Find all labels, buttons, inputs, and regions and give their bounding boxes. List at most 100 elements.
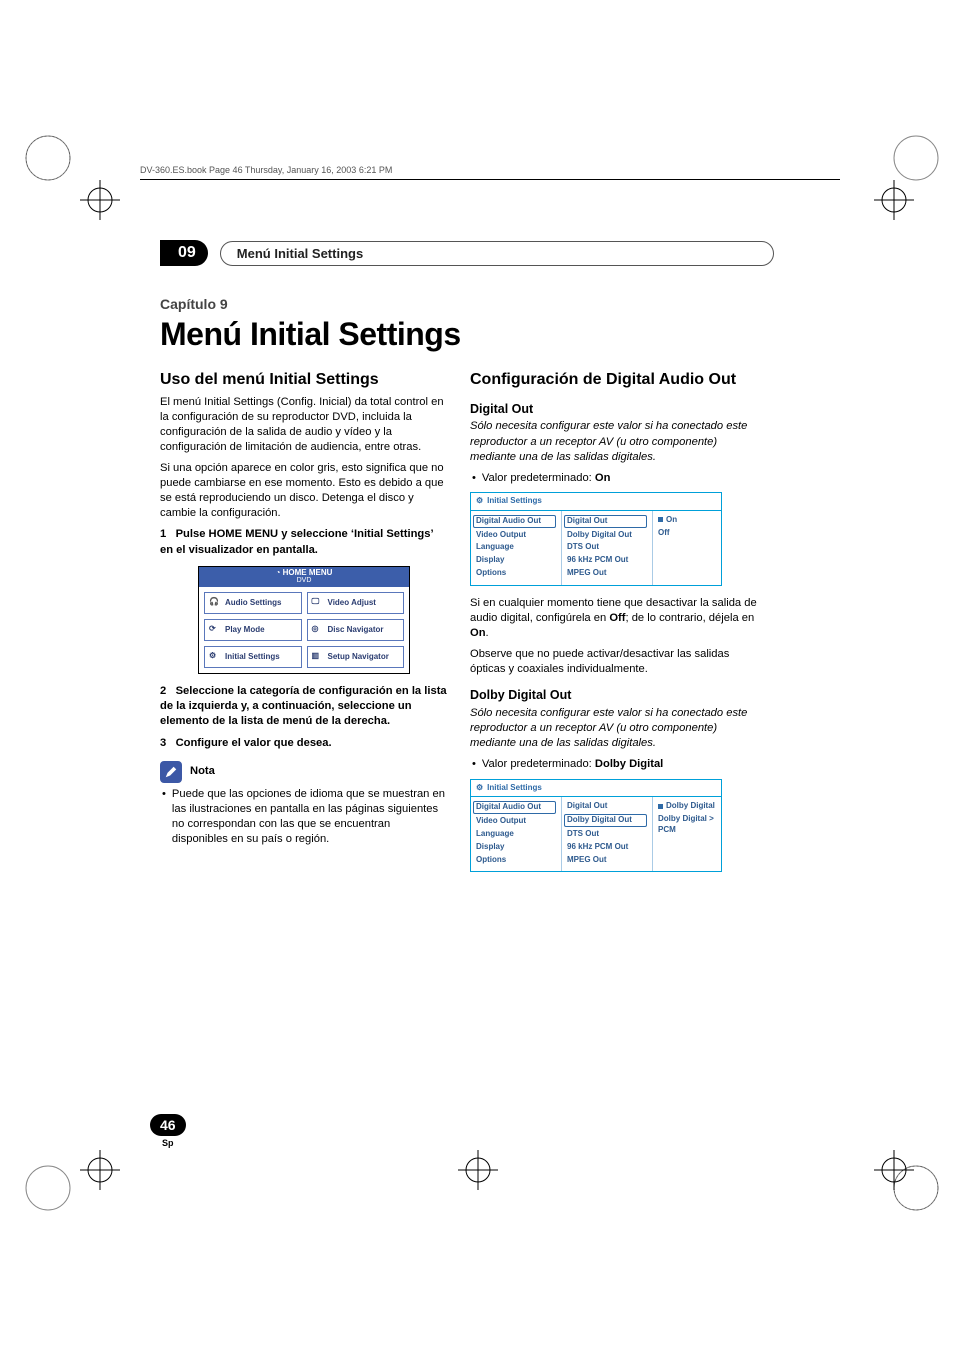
step-number: 2 bbox=[160, 685, 166, 697]
list-item: Dolby Digital Out bbox=[564, 814, 647, 827]
step-text: 2 Seleccione la categoría de configuraci… bbox=[160, 684, 448, 729]
note-label: Nota bbox=[190, 764, 215, 779]
crop-mark-icon bbox=[874, 1150, 914, 1190]
note-bullet-text: Puede que las opciones de idioma que se … bbox=[172, 787, 448, 847]
chapter-bar: 09 Menú Initial Settings bbox=[160, 240, 780, 266]
list-item: 96 kHz PCM Out bbox=[567, 555, 647, 566]
default-prefix: Valor predeterminado: bbox=[482, 472, 595, 484]
right-column: Configuración de Digital Audio Out Digit… bbox=[470, 369, 758, 882]
bold-run: On bbox=[470, 627, 486, 639]
list-item: Off bbox=[658, 528, 716, 539]
language-code: Sp bbox=[150, 1138, 186, 1148]
note-bullet: Puede que las opciones de idioma que se … bbox=[160, 787, 448, 847]
crop-mark-icon bbox=[80, 180, 120, 220]
list-item: Language bbox=[476, 829, 556, 840]
list-item: Digital Audio Out bbox=[473, 515, 556, 528]
body-text: El menú Initial Settings (Config. Inicia… bbox=[160, 395, 448, 455]
settings-option-list: Digital Out Dolby Digital Out DTS Out 96… bbox=[562, 511, 652, 585]
step-label: Configure el valor que desea. bbox=[176, 737, 332, 749]
list-item: Dolby Digital > PCM bbox=[658, 814, 716, 836]
home-menu-screenshot: ◔ HOME MENU DVD 🎧Audio Settings 🖵Video A… bbox=[198, 566, 410, 674]
body-text: Si en cualquier momento tiene que desact… bbox=[470, 596, 758, 641]
settings-option-list: Digital Out Dolby Digital Out DTS Out 96… bbox=[562, 797, 652, 871]
body-text: Si una opción aparece en color gris, est… bbox=[160, 461, 448, 521]
list-item: 96 kHz PCM Out bbox=[567, 842, 647, 853]
selected-marker-icon bbox=[658, 517, 663, 522]
text-run: ; de lo contrario, déjela en bbox=[625, 612, 754, 624]
settings-box-title: Initial Settings bbox=[487, 783, 542, 794]
chapter-subtitle: Capítulo 9 bbox=[160, 296, 780, 312]
registration-mark-icon bbox=[20, 130, 76, 191]
menu-item: ▥ Setup Navigator bbox=[307, 646, 405, 668]
left-column: Uso del menú Initial Settings El menú In… bbox=[160, 369, 448, 882]
list-item: DTS Out bbox=[567, 829, 647, 840]
list-item: On bbox=[658, 515, 716, 526]
step-text: 1 Pulse HOME MENU y seleccione ‘Initial … bbox=[160, 527, 448, 557]
list-item: Language bbox=[476, 542, 556, 553]
list-item: DTS Out bbox=[567, 542, 647, 553]
list-item: Options bbox=[476, 855, 556, 866]
crop-mark-icon bbox=[80, 1150, 120, 1190]
pencil-icon bbox=[160, 761, 182, 783]
disc-icon: ◎ bbox=[312, 624, 324, 636]
default-value-line: Valor predeterminado: Dolby Digital bbox=[470, 757, 758, 772]
menu-item: ◎ Disc Navigator bbox=[307, 619, 405, 641]
gear-icon: ⚙ bbox=[209, 651, 221, 663]
default-value: Dolby Digital bbox=[595, 758, 663, 770]
list-item: Options bbox=[476, 568, 556, 579]
list-item: Digital Audio Out bbox=[473, 801, 556, 814]
list-item: Digital Out bbox=[567, 801, 647, 812]
section-heading: Configuración de Digital Audio Out bbox=[470, 369, 758, 391]
clock-icon: ◔ bbox=[276, 568, 283, 577]
subsection-heading: Dolby Digital Out bbox=[470, 687, 758, 704]
step-label: Seleccione la categoría de configuración… bbox=[160, 685, 447, 727]
default-value-line: Valor predeterminado: On bbox=[470, 471, 758, 486]
wizard-icon: ▥ bbox=[312, 651, 324, 663]
list-item: Dolby Digital Out bbox=[567, 530, 647, 541]
menu-item: ⚙ Initial Settings bbox=[204, 646, 302, 668]
list-item: MPEG Out bbox=[567, 855, 647, 866]
settings-category-list: Digital Audio Out Video Output Language … bbox=[471, 797, 562, 871]
settings-box-title: Initial Settings bbox=[487, 496, 542, 507]
step-number: 3 bbox=[160, 737, 166, 749]
settings-value-list: On Off bbox=[652, 511, 721, 585]
value-label: On bbox=[666, 515, 677, 524]
italic-note: Sólo necesita configurar este valor si h… bbox=[470, 419, 758, 464]
initial-settings-screenshot: ⚙ Initial Settings Digital Audio Out Vide… bbox=[470, 492, 722, 586]
page-number: 46 bbox=[150, 1114, 186, 1136]
chapter-header-pill: Menú Initial Settings bbox=[220, 241, 774, 266]
list-item: MPEG Out bbox=[567, 568, 647, 579]
gear-icon: ⚙ bbox=[476, 783, 483, 794]
crop-mark-icon bbox=[458, 1150, 498, 1190]
page: DV-360.ES.book Page 46 Thursday, January… bbox=[0, 0, 954, 1351]
list-item: Display bbox=[476, 842, 556, 853]
menu-item: 🎧Audio Settings bbox=[204, 592, 302, 614]
menu-item-label: Initial Settings bbox=[225, 652, 280, 663]
list-item: Video Output bbox=[476, 530, 556, 541]
content: 09 Menú Initial Settings Capítulo 9 Menú… bbox=[160, 240, 780, 882]
home-menu-subtitle: DVD bbox=[199, 577, 409, 585]
menu-item-label: Setup Navigator bbox=[328, 652, 389, 663]
menu-item-label: Disc Navigator bbox=[328, 625, 384, 636]
bold-run: Off bbox=[609, 612, 625, 624]
step-text: 3 Configure el valor que desea. bbox=[160, 736, 448, 751]
menu-item-label: Play Mode bbox=[225, 625, 265, 636]
value-label: Dolby Digital bbox=[666, 801, 715, 810]
page-number-block: 46 Sp bbox=[150, 1114, 186, 1148]
settings-category-list: Digital Audio Out Video Output Language … bbox=[471, 511, 562, 585]
headphones-icon: 🎧 bbox=[209, 597, 221, 609]
list-item: Dolby Digital bbox=[658, 801, 716, 812]
note-block: Nota bbox=[160, 761, 448, 783]
crop-mark-icon bbox=[874, 180, 914, 220]
initial-settings-screenshot: ⚙ Initial Settings Digital Audio Out Vide… bbox=[470, 779, 722, 873]
step-number: 1 bbox=[160, 528, 166, 540]
running-header: DV-360.ES.book Page 46 Thursday, January… bbox=[140, 165, 392, 175]
repeat-icon: ⟳ bbox=[209, 624, 221, 636]
settings-value-list: Dolby Digital Dolby Digital > PCM bbox=[652, 797, 721, 871]
italic-note: Sólo necesita configurar este valor si h… bbox=[470, 706, 758, 751]
home-menu-title-text: HOME MENU bbox=[283, 568, 333, 577]
list-item: Digital Out bbox=[564, 515, 647, 528]
step-label: Pulse HOME MENU y seleccione ‘Initial Se… bbox=[160, 528, 433, 555]
gear-icon: ⚙ bbox=[476, 496, 483, 507]
list-item: Display bbox=[476, 555, 556, 566]
